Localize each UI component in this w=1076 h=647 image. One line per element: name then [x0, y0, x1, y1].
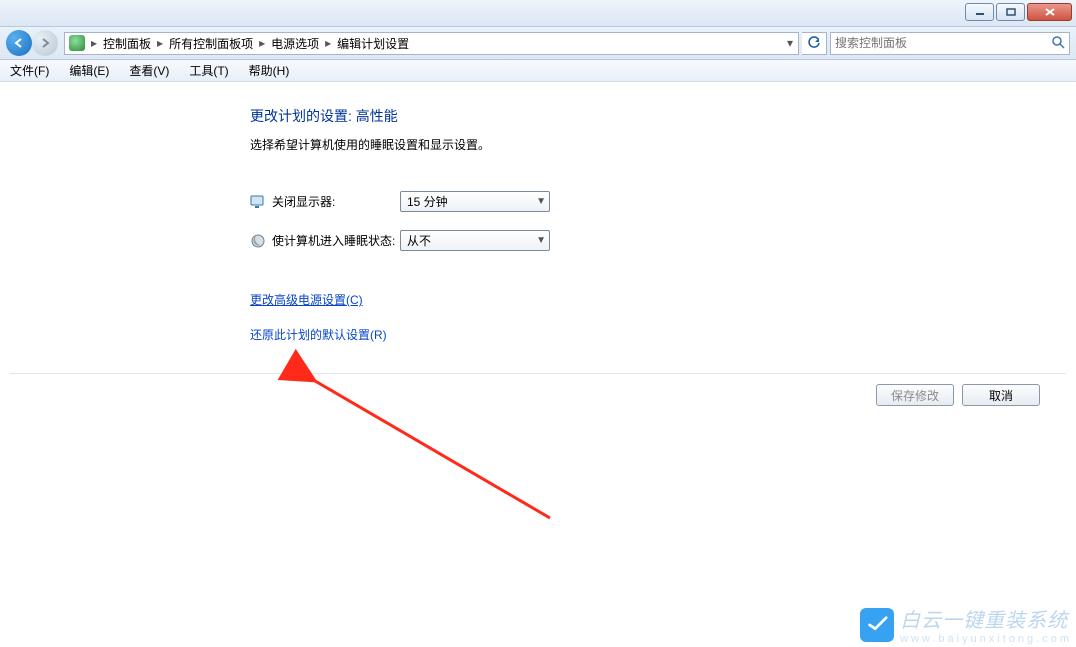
chevron-right-icon: ▸ [323, 36, 333, 50]
content-area: 更改计划的设置: 高性能 选择希望计算机使用的睡眠设置和显示设置。 关闭显示器:… [0, 82, 1076, 406]
address-dropdown-icon[interactable]: ▾ [782, 36, 798, 50]
search-input[interactable] [835, 36, 1051, 50]
back-button[interactable] [6, 30, 32, 56]
page-title: 更改计划的设置: 高性能 [250, 106, 1076, 126]
chevron-right-icon: ▸ [89, 36, 99, 50]
select-sleep[interactable]: 从不 ▼ [400, 230, 550, 251]
label-sleep: 使计算机进入睡眠状态: [272, 232, 400, 249]
breadcrumb: 控制面板 ▸ 所有控制面板项 ▸ 电源选项 ▸ 编辑计划设置 [99, 33, 782, 54]
save-button[interactable]: 保存修改 [876, 384, 954, 406]
page-subtitle: 选择希望计算机使用的睡眠设置和显示设置。 [250, 136, 1076, 153]
cancel-button[interactable]: 取消 [962, 384, 1040, 406]
chevron-down-icon: ▼ [536, 196, 546, 207]
search-box[interactable] [830, 32, 1070, 55]
crumb-all-items[interactable]: 所有控制面板项 [165, 35, 257, 52]
link-restore-defaults[interactable]: 还原此计划的默认设置(R) [250, 326, 387, 343]
crumb-power-options[interactable]: 电源选项 [267, 35, 323, 52]
select-value: 从不 [407, 232, 431, 249]
watermark-brand: 白云一键重装系统 [900, 610, 1068, 632]
chevron-down-icon: ▼ [536, 235, 546, 246]
chevron-right-icon: ▸ [257, 36, 267, 50]
close-button[interactable] [1027, 3, 1072, 21]
row-sleep: 使计算机进入睡眠状态: 从不 ▼ [250, 230, 1076, 251]
row-turn-off-display: 关闭显示器: 15 分钟 ▼ [250, 191, 1076, 212]
menu-bar: 文件(F) 编辑(E) 查看(V) 工具(T) 帮助(H) [0, 60, 1076, 82]
watermark: 白云一键重装系统 www.baiyunxitong.com [860, 604, 1072, 645]
search-icon[interactable] [1051, 35, 1065, 52]
button-row: 保存修改 取消 [0, 374, 1076, 406]
menu-help[interactable]: 帮助(H) [245, 60, 294, 81]
menu-file[interactable]: 文件(F) [6, 60, 53, 81]
select-value: 15 分钟 [407, 193, 448, 210]
minimize-button[interactable] [965, 3, 994, 21]
maximize-button[interactable] [996, 3, 1025, 21]
window-titlebar [0, 0, 1076, 27]
watermark-logo-icon [860, 608, 894, 642]
link-advanced-power[interactable]: 更改高级电源设置(C) [250, 291, 363, 308]
monitor-icon [250, 194, 266, 210]
menu-tools[interactable]: 工具(T) [185, 60, 232, 81]
select-turn-off-display[interactable]: 15 分钟 ▼ [400, 191, 550, 212]
navigation-bar: ▸ 控制面板 ▸ 所有控制面板项 ▸ 电源选项 ▸ 编辑计划设置 ▾ [0, 27, 1076, 60]
menu-view[interactable]: 查看(V) [125, 60, 173, 81]
watermark-url: www.baiyunxitong.com [900, 633, 1072, 645]
chevron-right-icon: ▸ [155, 36, 165, 50]
crumb-control-panel[interactable]: 控制面板 [99, 35, 155, 52]
address-bar[interactable]: ▸ 控制面板 ▸ 所有控制面板项 ▸ 电源选项 ▸ 编辑计划设置 ▾ [64, 32, 799, 55]
menu-edit[interactable]: 编辑(E) [65, 60, 113, 81]
nav-back-forward [6, 29, 60, 57]
refresh-button[interactable] [802, 32, 827, 55]
links-block: 更改高级电源设置(C) 还原此计划的默认设置(R) [250, 291, 1076, 361]
forward-button[interactable] [32, 30, 58, 56]
crumb-edit-plan[interactable]: 编辑计划设置 [333, 35, 413, 52]
label-turn-off-display: 关闭显示器: [272, 193, 400, 210]
moon-icon [250, 233, 266, 249]
control-panel-icon [69, 35, 85, 51]
